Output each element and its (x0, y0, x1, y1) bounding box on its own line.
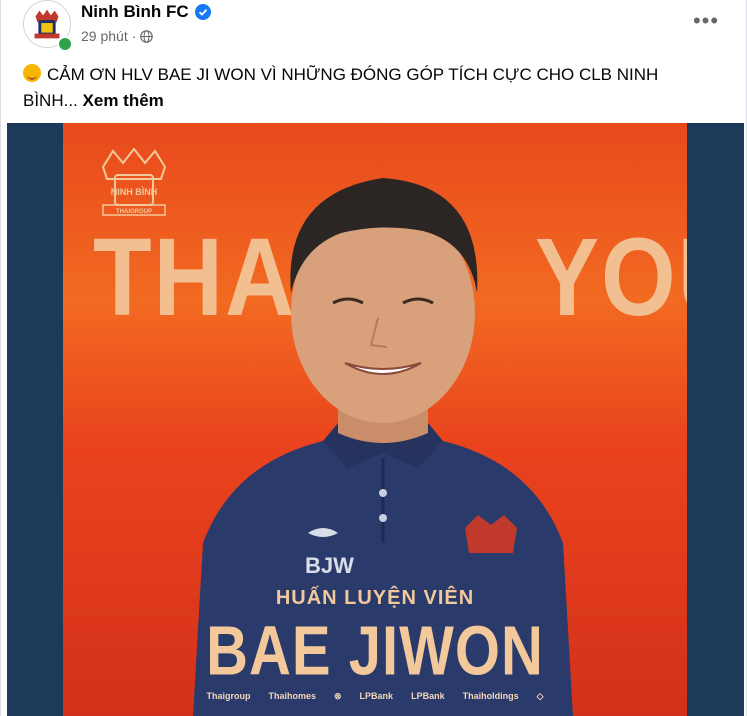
sponsor-logo: LPBank (411, 691, 445, 701)
sponsor-logo: ⊗ (334, 691, 342, 701)
shirt-initials: BJW (305, 553, 354, 578)
post-image[interactable]: NINH BÌNH THAIGROUP THANK YOU BJW (7, 123, 744, 716)
sponsor-strip: Thaigroup Thaihomes ⊗ LPBank LPBank Thai… (63, 691, 687, 702)
club-crest-icon: NINH BÌNH THAIGROUP (101, 147, 167, 216)
sponsor-logo: LPBank (359, 691, 394, 701)
meta-separator: · (131, 28, 137, 44)
crest-label: NINH BÌNH (111, 187, 158, 197)
online-status-dot (57, 36, 73, 52)
post-header: Ninh Bình FC 29 phút · ••• (1, 0, 747, 58)
post-timestamp[interactable]: 29 phút (81, 28, 128, 44)
more-options-button[interactable]: ••• (689, 8, 723, 34)
sponsor-logo: ◇ (536, 691, 544, 701)
poster: NINH BÌNH THAIGROUP THANK YOU BJW (63, 123, 687, 716)
post-text: CẢM ƠN HLV BAE JI WON VÌ NHỮNG ĐÓNG GÓP … (23, 62, 703, 114)
sponsor-logo: Thaiholdings (462, 691, 519, 701)
verified-badge-icon (195, 4, 211, 20)
sponsor-logo: Thaigroup (206, 691, 251, 701)
globe-icon[interactable] (140, 29, 154, 43)
post-meta: 29 phút · (81, 28, 154, 44)
role-title: HUẤN LUYỆN VIÊN (275, 587, 475, 609)
post-card: Ninh Bình FC 29 phút · ••• CẢM ƠN HLV BA… (0, 0, 747, 716)
coach-name: BAE JIWON (206, 612, 544, 691)
page-name[interactable]: Ninh Bình FC (81, 2, 189, 22)
sponsor-logo: Thaihomes (268, 691, 316, 701)
see-more-link[interactable]: Xem thêm (83, 91, 164, 110)
smiling-face-hearts-icon (23, 64, 41, 82)
